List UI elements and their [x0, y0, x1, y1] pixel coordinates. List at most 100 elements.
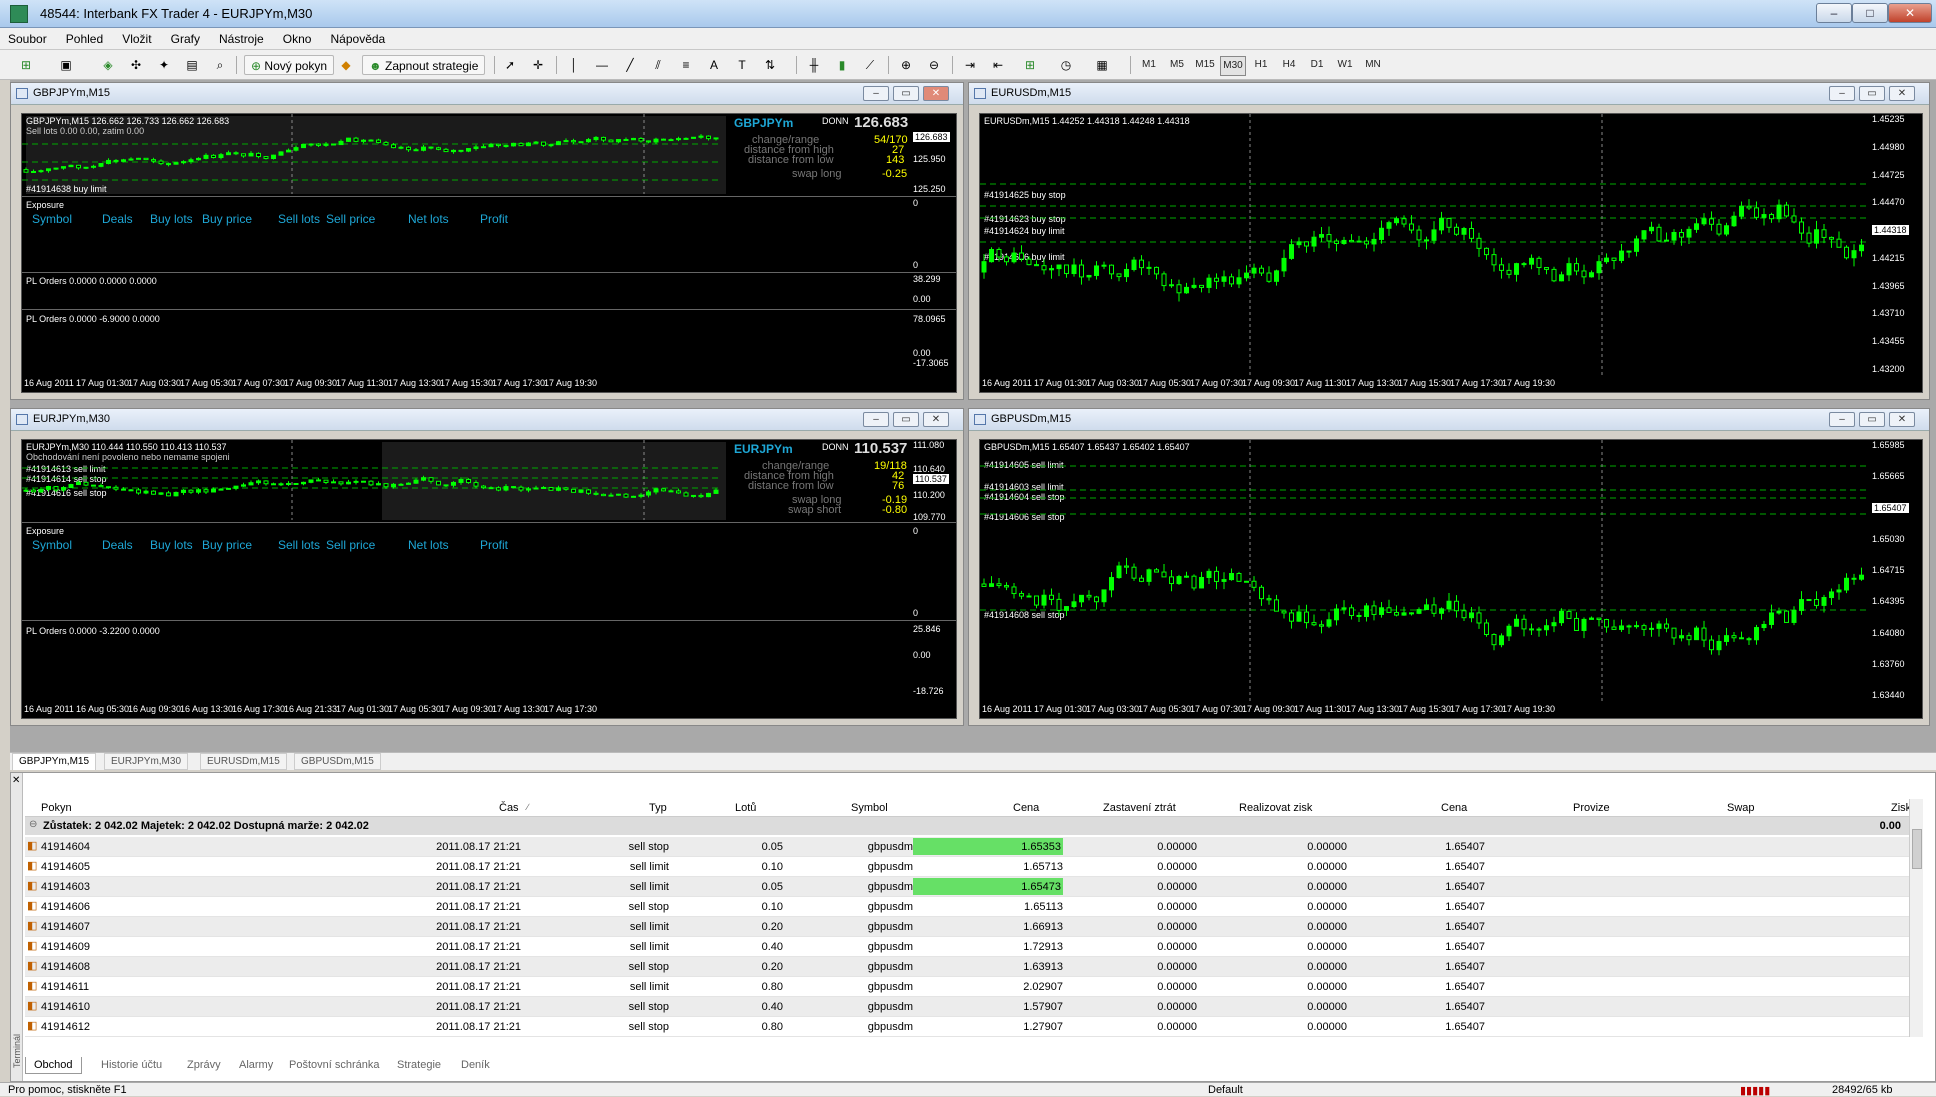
chart-close-button[interactable]: ✕	[923, 412, 949, 427]
table-row[interactable]: ◧ 41914610 2011.08.17 21:21 sell stop 0.40 gb…	[25, 997, 1909, 1017]
timeframe-h4[interactable]: H4	[1276, 56, 1302, 74]
line-chart-icon[interactable]: ⟋	[860, 55, 880, 75]
menu-pohled[interactable]: Pohled	[58, 28, 111, 46]
tab-alarmy[interactable]: Alarmy	[231, 1057, 281, 1073]
indicators-icon[interactable]: ⊞	[1020, 55, 1040, 75]
navigator-icon[interactable]: ✦	[154, 55, 174, 75]
chart-plot[interactable]: GBPUSDm,M15 1.65407 1.65437 1.65402 1.65…	[979, 439, 1923, 719]
maximize-button[interactable]: □	[1852, 3, 1888, 23]
collapse-icon[interactable]: ⊖	[29, 819, 37, 830]
timeframe-d1[interactable]: D1	[1304, 56, 1330, 74]
tab-postovni-schranka[interactable]: Poštovní schránka	[281, 1057, 388, 1073]
strategies-toggle-button[interactable]: ☻ Zapnout strategie	[362, 55, 486, 75]
table-row[interactable]: ◧ 41914609 2011.08.17 21:21 sell limit 0.40 g…	[25, 937, 1909, 957]
column-header[interactable]: Čas	[499, 802, 519, 814]
chart-tab[interactable]: GBPJPYm,M15	[12, 753, 97, 770]
table-row[interactable]: ◧ 41914612 2011.08.17 21:21 sell stop 0.80 gb…	[25, 1017, 1909, 1037]
horizontal-line-icon[interactable]: —	[592, 55, 612, 75]
chart-minimize-button[interactable]: –	[1829, 86, 1855, 101]
data-window-icon[interactable]: ✣	[126, 55, 146, 75]
terminal-close-icon[interactable]: ✕	[12, 775, 20, 786]
chart-tab[interactable]: EURUSDm,M15	[200, 753, 287, 770]
zoom-out-icon[interactable]: ⊖	[924, 55, 944, 75]
chart-tab[interactable]: GBPUSDm,M15	[294, 753, 381, 770]
trendline-icon[interactable]: ╱	[620, 55, 640, 75]
timeframe-m30[interactable]: M30	[1220, 56, 1246, 76]
menu-vlozit[interactable]: Vložit	[114, 28, 159, 46]
column-header[interactable]: Pokyn	[41, 802, 72, 814]
timeframe-m5[interactable]: M5	[1164, 56, 1190, 74]
tab-obchod[interactable]: Obchod	[25, 1057, 82, 1074]
table-row[interactable]: ◧ 41914608 2011.08.17 21:21 sell stop 0.20 gb…	[25, 957, 1909, 977]
chart-minimize-button[interactable]: –	[1829, 412, 1855, 427]
chart-tab[interactable]: EURJPYm,M30	[104, 753, 189, 770]
timeframe-w1[interactable]: W1	[1332, 56, 1358, 74]
scrollbar-thumb[interactable]	[1912, 829, 1922, 869]
chart-close-button[interactable]: ✕	[1889, 412, 1915, 427]
tab-zpravy[interactable]: Zprávy	[179, 1057, 229, 1073]
chart-plot[interactable]: EURJPYm,M30 110.444 110.550 110.413 110.…	[21, 439, 957, 719]
new-order-button[interactable]: ⊕ Nový pokyn	[244, 55, 335, 75]
chart-plot[interactable]: GBPJPYm,M15 126.662 126.733 126.662 126.…	[21, 113, 957, 393]
chart-close-button[interactable]: ✕	[1889, 86, 1915, 101]
metaeditor-icon[interactable]: ◆	[336, 55, 356, 75]
periods-icon[interactable]: ◷	[1056, 55, 1076, 75]
tester-icon[interactable]: ⌕	[210, 55, 230, 75]
chart-close-button[interactable]: ✕	[923, 86, 949, 101]
chart-minimize-button[interactable]: –	[863, 412, 889, 427]
cursor-icon[interactable]: ➚	[500, 55, 520, 75]
bar-chart-icon[interactable]: ╫	[804, 55, 824, 75]
timeframe-h1[interactable]: H1	[1248, 56, 1274, 74]
menu-napoveda[interactable]: Nápověda	[323, 28, 394, 46]
chart-restore-button[interactable]: ▭	[1859, 86, 1885, 101]
column-header[interactable]: Zastavení ztrát	[1103, 802, 1176, 814]
arrows-icon[interactable]: ⇅	[760, 55, 780, 75]
market-watch-icon[interactable]: ◈	[98, 55, 118, 75]
column-header[interactable]: Symbol	[851, 802, 888, 814]
zoom-in-icon[interactable]: ⊕	[896, 55, 916, 75]
table-row[interactable]: ◧ 41914606 2011.08.17 21:21 sell stop 0.10 gb…	[25, 897, 1909, 917]
chart-window-gbpjpy[interactable]: GBPJPYm,M15 – ▭ ✕ GBPJPYm,M15 126.662 12…	[10, 82, 964, 400]
text-label-icon[interactable]: T	[732, 55, 752, 75]
profiles-icon[interactable]: ▣	[56, 55, 76, 75]
chart-window-eurusd[interactable]: EURUSDm,M15 – ▭ ✕ EURUSDm,M15 1.44252 1.…	[968, 82, 1930, 400]
table-row[interactable]: ◧ 41914603 2011.08.17 21:21 sell limit 0.05 g…	[25, 877, 1909, 897]
column-header[interactable]: Cena	[1441, 802, 1467, 814]
chart-restore-button[interactable]: ▭	[1859, 412, 1885, 427]
column-header[interactable]: Cena	[1013, 802, 1039, 814]
chart-minimize-button[interactable]: –	[863, 86, 889, 101]
menu-nastroje[interactable]: Nástroje	[211, 28, 272, 46]
channel-icon[interactable]: ⫽	[648, 55, 668, 75]
timeframe-m15[interactable]: M15	[1192, 56, 1218, 74]
chart-window-gbpusd[interactable]: GBPUSDm,M15 – ▭ ✕ GBPUSDm,M15 1.65407 1.…	[968, 408, 1930, 726]
tab-strategie[interactable]: Strategie	[389, 1057, 449, 1073]
table-scrollbar[interactable]	[1909, 799, 1923, 1037]
timeframe-mn[interactable]: MN	[1360, 56, 1386, 74]
auto-scroll-icon[interactable]: ⇥	[960, 55, 980, 75]
column-header[interactable]: Lotů	[735, 802, 756, 814]
new-chart-icon[interactable]: ⊞	[16, 55, 36, 75]
menu-okno[interactable]: Okno	[275, 28, 320, 46]
vertical-line-icon[interactable]: │	[564, 55, 584, 75]
minimize-button[interactable]: –	[1816, 3, 1852, 23]
close-button[interactable]: ✕	[1888, 3, 1932, 23]
chart-shift-icon[interactable]: ⇤	[988, 55, 1008, 75]
text-icon[interactable]: A	[704, 55, 724, 75]
table-row[interactable]: ◧ 41914605 2011.08.17 21:21 sell limit 0.10 g…	[25, 857, 1909, 877]
terminal-icon[interactable]: ▤	[182, 55, 202, 75]
column-header[interactable]: Realizovat zisk	[1239, 802, 1312, 814]
menu-soubor[interactable]: Soubor	[0, 28, 55, 46]
table-row[interactable]: ◧ 41914604 2011.08.17 21:21 sell stop 0.05 gb…	[25, 837, 1909, 857]
crosshair-icon[interactable]: ✛	[528, 55, 548, 75]
chart-restore-button[interactable]: ▭	[893, 86, 919, 101]
tab-historie[interactable]: Historie účtu	[93, 1057, 170, 1073]
column-header[interactable]: Provize	[1573, 802, 1610, 814]
timeframe-m1[interactable]: M1	[1136, 56, 1162, 74]
chart-plot[interactable]: EURUSDm,M15 1.44252 1.44318 1.44248 1.44…	[979, 113, 1923, 393]
fibonacci-icon[interactable]: ≡	[676, 55, 696, 75]
menu-grafy[interactable]: Grafy	[163, 28, 208, 46]
tab-denik[interactable]: Deník	[453, 1057, 498, 1073]
column-header[interactable]: Typ	[649, 802, 667, 814]
table-row[interactable]: ◧ 41914611 2011.08.17 21:21 sell limit 0.80 g…	[25, 977, 1909, 997]
templates-icon[interactable]: ▦	[1092, 55, 1112, 75]
